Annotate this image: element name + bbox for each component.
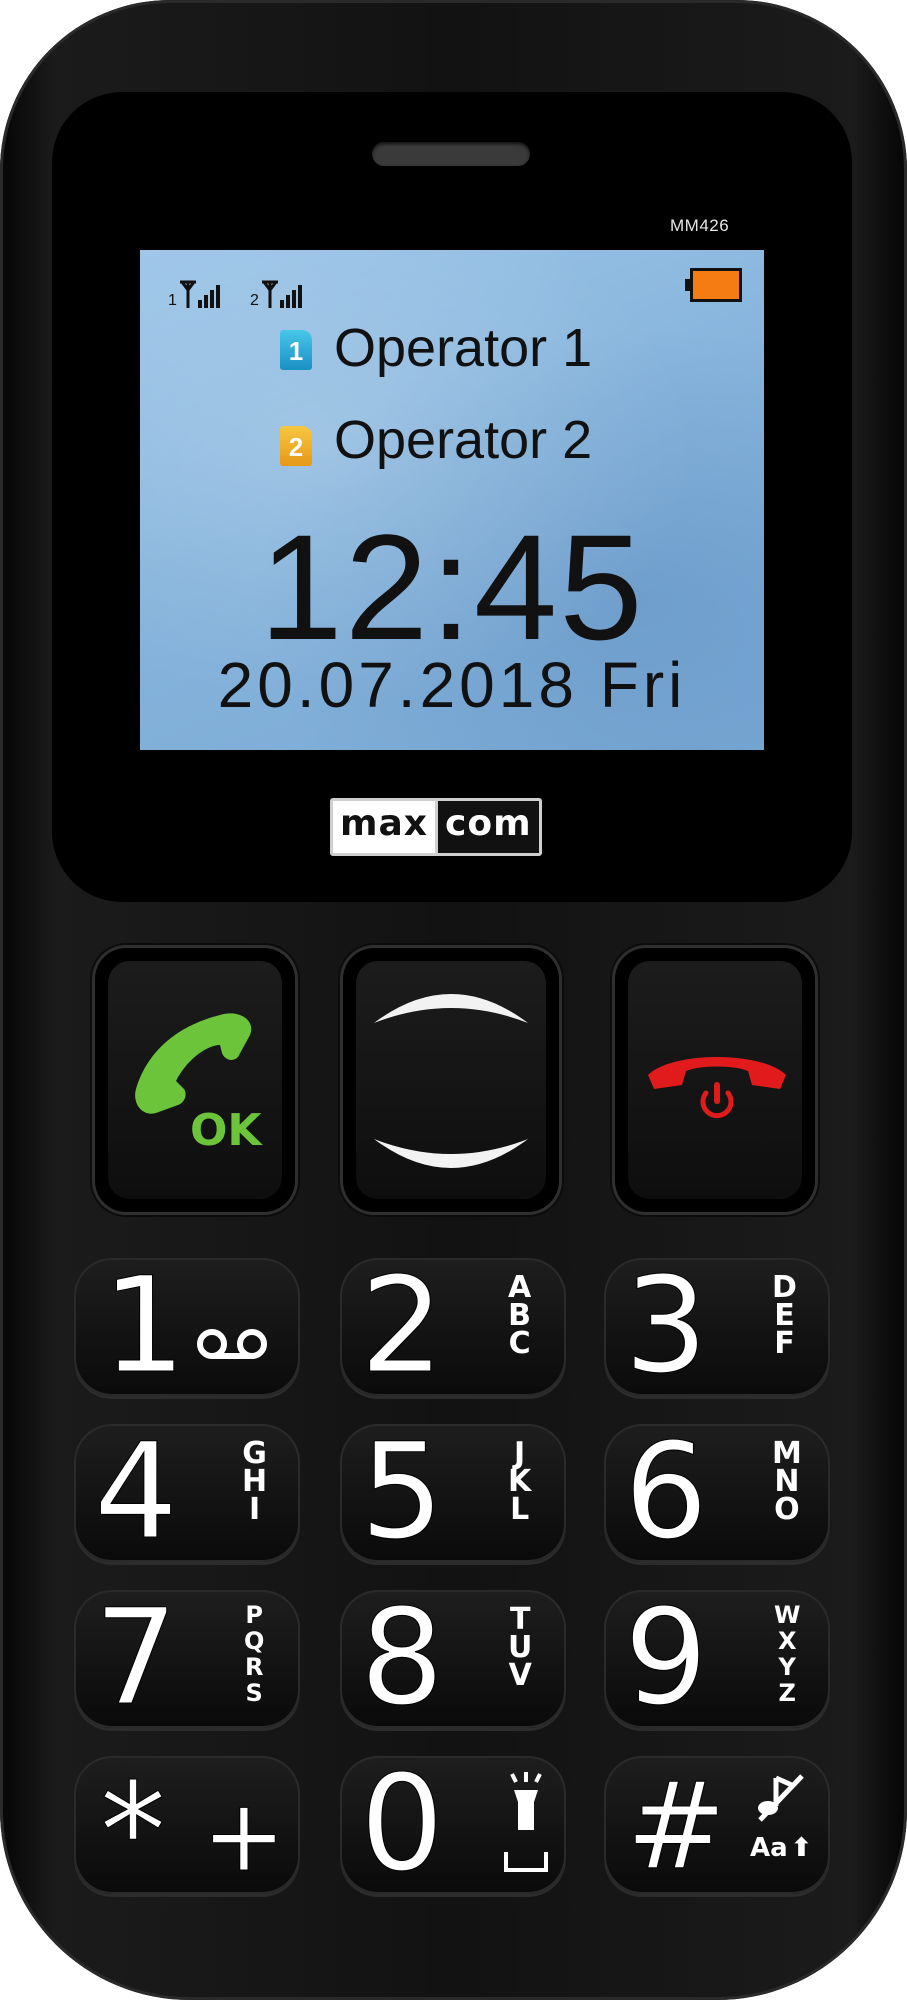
key-3-digit: 3 bbox=[624, 1249, 709, 1403]
key-letter: P bbox=[245, 1601, 263, 1629]
end-call-icon bbox=[648, 1057, 786, 1119]
display-screen: 1 2 1 Operator 1 2 Operator 2 12:45 20.0… bbox=[140, 250, 764, 750]
key-letter: Q bbox=[244, 1627, 265, 1655]
nav-up-icon[interactable] bbox=[366, 971, 536, 1031]
key-9-letters: W X Y Z bbox=[774, 1602, 800, 1706]
operator-1-name: Operator 1 bbox=[334, 318, 593, 378]
key-7[interactable]: 7 P Q R S bbox=[74, 1590, 300, 1728]
phone-body: MM426 1 2 1 Operator 1 2 Operator 2 12:4… bbox=[0, 0, 907, 2000]
key-6-digit: 6 bbox=[624, 1415, 709, 1569]
brand-logo-right: com bbox=[435, 801, 539, 853]
key-letter: O bbox=[774, 1492, 800, 1527]
key-6-letters: M N O bbox=[772, 1439, 802, 1527]
key-letter: W bbox=[774, 1601, 801, 1629]
brand-logo-left: max bbox=[333, 801, 436, 853]
key-letter: Y bbox=[778, 1653, 796, 1681]
signal-icon bbox=[180, 280, 220, 308]
key-star-plus: + bbox=[202, 1777, 287, 1894]
key-8[interactable]: 8 T U V bbox=[340, 1590, 566, 1728]
key-star-symbol: * bbox=[100, 1755, 167, 1909]
key-2[interactable]: 2 A B C bbox=[340, 1258, 566, 1396]
key-8-letters: T U V bbox=[508, 1605, 532, 1693]
key-5[interactable]: 5 J K L bbox=[340, 1424, 566, 1562]
key-7-digit: 7 bbox=[94, 1581, 179, 1735]
key-3[interactable]: 3 D E F bbox=[604, 1258, 830, 1396]
sim-2-icon: 2 bbox=[280, 426, 312, 466]
key-0[interactable]: 0 bbox=[340, 1756, 566, 1894]
key-letter: Z bbox=[778, 1679, 796, 1707]
key-1[interactable]: 1 bbox=[74, 1258, 300, 1396]
key-9[interactable]: 9 W X Y Z bbox=[604, 1590, 830, 1728]
key-letter: S bbox=[245, 1679, 263, 1707]
date-label: 20.07.2018 Fri bbox=[217, 649, 687, 721]
key-hash-symbol: # bbox=[626, 1758, 728, 1897]
brand-logo: max com bbox=[330, 798, 542, 856]
nav-down-icon[interactable] bbox=[366, 1131, 536, 1191]
earpiece-speaker bbox=[372, 142, 530, 166]
key-0-digit: 0 bbox=[360, 1747, 445, 1901]
key-letter: R bbox=[244, 1653, 264, 1681]
key-letter: L bbox=[510, 1492, 530, 1527]
sim-1-icon: 1 bbox=[280, 330, 312, 370]
key-4-digit: 4 bbox=[94, 1415, 179, 1569]
clock-time: 12:45 bbox=[259, 503, 645, 671]
silent-mode-icon bbox=[758, 1774, 804, 1822]
key-5-digit: 5 bbox=[360, 1415, 445, 1569]
key-1-digit: 1 bbox=[102, 1249, 187, 1403]
key-4-letters: G H I bbox=[242, 1439, 267, 1527]
key-5-letters: J K L bbox=[508, 1439, 531, 1527]
key-3-letters: D E F bbox=[772, 1273, 797, 1361]
key-letter: I bbox=[248, 1492, 261, 1527]
key-star[interactable]: * + bbox=[74, 1756, 300, 1899]
sim1-signal-label: 1 bbox=[168, 292, 177, 309]
key-9-digit: 9 bbox=[624, 1581, 709, 1735]
flashlight-icon bbox=[504, 1772, 548, 1872]
operator-2-name: Operator 2 bbox=[334, 410, 593, 470]
key-4[interactable]: 4 G H I bbox=[74, 1424, 300, 1562]
key-letter: V bbox=[508, 1658, 532, 1693]
key-hash[interactable]: # Aa ⬆ bbox=[604, 1756, 830, 1894]
key-letter: F bbox=[774, 1326, 795, 1361]
key-2-digit: 2 bbox=[360, 1249, 445, 1403]
navigation-button[interactable] bbox=[340, 945, 562, 1215]
key-2-letters: A B C bbox=[508, 1273, 531, 1361]
key-6[interactable]: 6 M N O bbox=[604, 1424, 830, 1562]
voicemail-icon bbox=[197, 1329, 267, 1359]
battery-icon bbox=[685, 268, 742, 302]
key-hash-case-label: Aa ⬆ bbox=[750, 1828, 812, 1868]
model-label: MM426 bbox=[670, 216, 730, 235]
end-call-button[interactable] bbox=[612, 945, 818, 1215]
arrow-up-icon: ⬆ bbox=[790, 1833, 813, 1863]
key-letter: C bbox=[508, 1326, 531, 1361]
key-8-digit: 8 bbox=[360, 1581, 445, 1735]
ok-label: OK bbox=[190, 1105, 262, 1156]
key-7-letters: P Q R S bbox=[244, 1602, 264, 1706]
sim1-signal-indicator: 1 bbox=[168, 278, 228, 310]
key-letter: X bbox=[777, 1627, 797, 1655]
sim2-signal-indicator: 2 bbox=[250, 278, 310, 310]
call-ok-button[interactable]: OK bbox=[92, 945, 298, 1215]
case-toggle-label: Aa bbox=[750, 1833, 788, 1863]
signal-icon bbox=[262, 280, 302, 308]
sim2-signal-label: 2 bbox=[250, 292, 259, 309]
